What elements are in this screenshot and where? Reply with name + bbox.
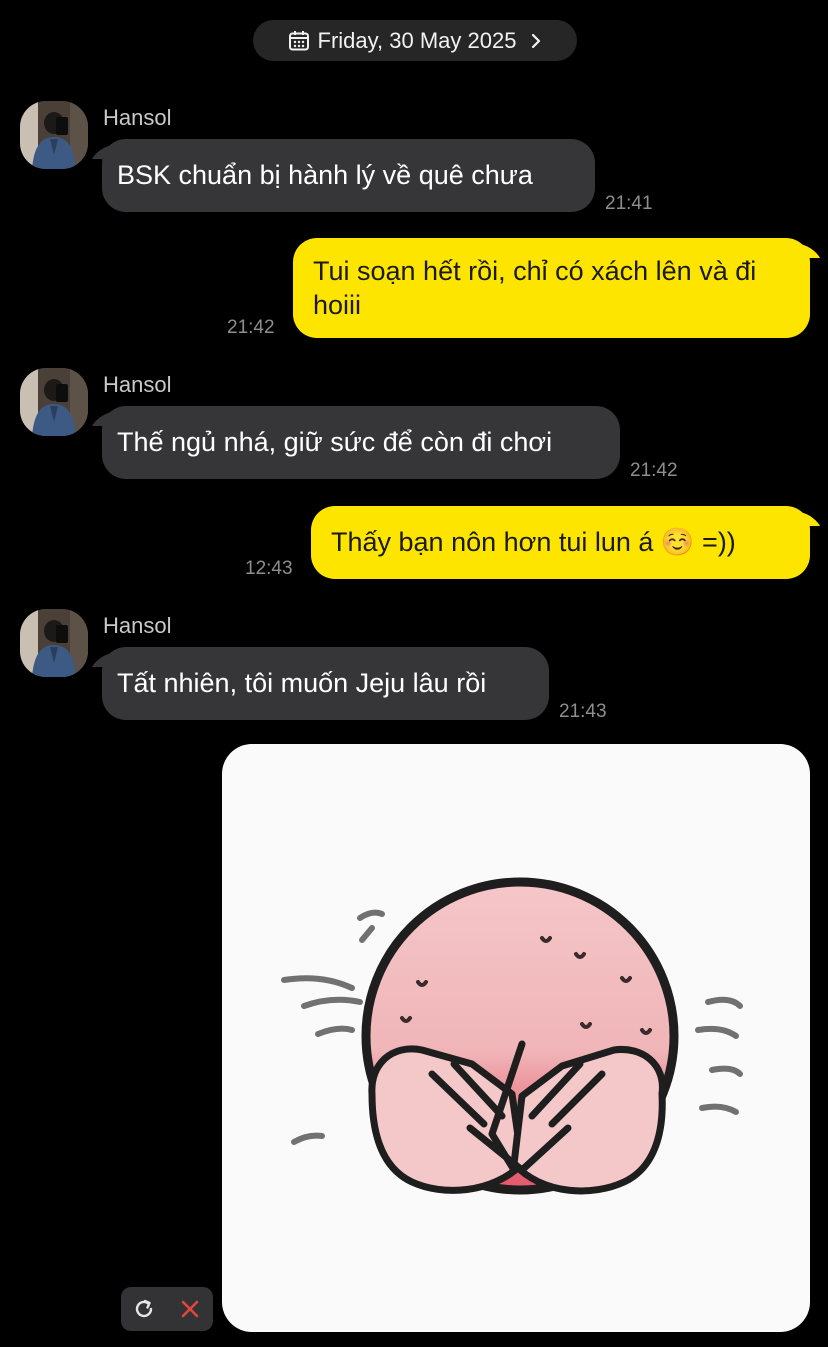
sender-name: Hansol	[103, 372, 172, 397]
sticker-message[interactable]	[222, 744, 810, 1332]
message-timestamp: 21:43	[559, 701, 607, 722]
outgoing-message-bubble[interactable]: Tui soạn hết rồi, chỉ có xách lên và đi …	[293, 238, 810, 338]
message-timestamp: 21:42	[227, 317, 275, 338]
date-header[interactable]: Friday, 30 May 2025	[253, 20, 577, 61]
delete-button[interactable]	[167, 1287, 213, 1331]
message-timestamp: 12:43	[245, 558, 293, 579]
message-timestamp: 21:42	[630, 460, 678, 481]
outgoing-message-bubble[interactable]: Thấy bạn nôn hơn tui lun á ☺️ =))	[311, 506, 810, 579]
avatar[interactable]	[20, 368, 88, 436]
date-label: Friday, 30 May 2025	[317, 27, 517, 53]
message-timestamp: 21:41	[605, 193, 653, 214]
message-text: BSK chuẩn bị hành lý về quê chưa	[117, 160, 533, 190]
retry-icon	[135, 1299, 153, 1318]
avatar[interactable]	[20, 101, 88, 169]
failed-send-actions	[121, 1287, 213, 1331]
message-text: Thấy bạn nôn hơn tui lun á ☺️ =))	[331, 527, 736, 557]
calendar-icon	[288, 30, 309, 50]
avatar[interactable]	[20, 609, 88, 677]
chevron-right-icon	[532, 33, 541, 48]
message-text: Thế ngủ nhá, giữ sức để còn đi chơi	[117, 427, 553, 457]
incoming-message-bubble[interactable]: Tất nhiên, tôi muốn Jeju lâu rồi	[102, 647, 549, 720]
sender-name: Hansol	[103, 105, 172, 130]
retry-button[interactable]	[121, 1287, 167, 1331]
sender-name: Hansol	[103, 613, 172, 638]
pink-blob-covering-face-sticker	[281, 877, 743, 1195]
close-icon	[181, 1300, 199, 1318]
incoming-message-bubble[interactable]: Thế ngủ nhá, giữ sức để còn đi chơi	[102, 406, 620, 479]
message-text: Tất nhiên, tôi muốn Jeju lâu rồi	[117, 668, 487, 698]
message-text: Tui soạn hết rồi, chỉ có xách lên và đi …	[313, 256, 757, 320]
incoming-message-bubble[interactable]: BSK chuẩn bị hành lý về quê chưa	[102, 139, 595, 212]
